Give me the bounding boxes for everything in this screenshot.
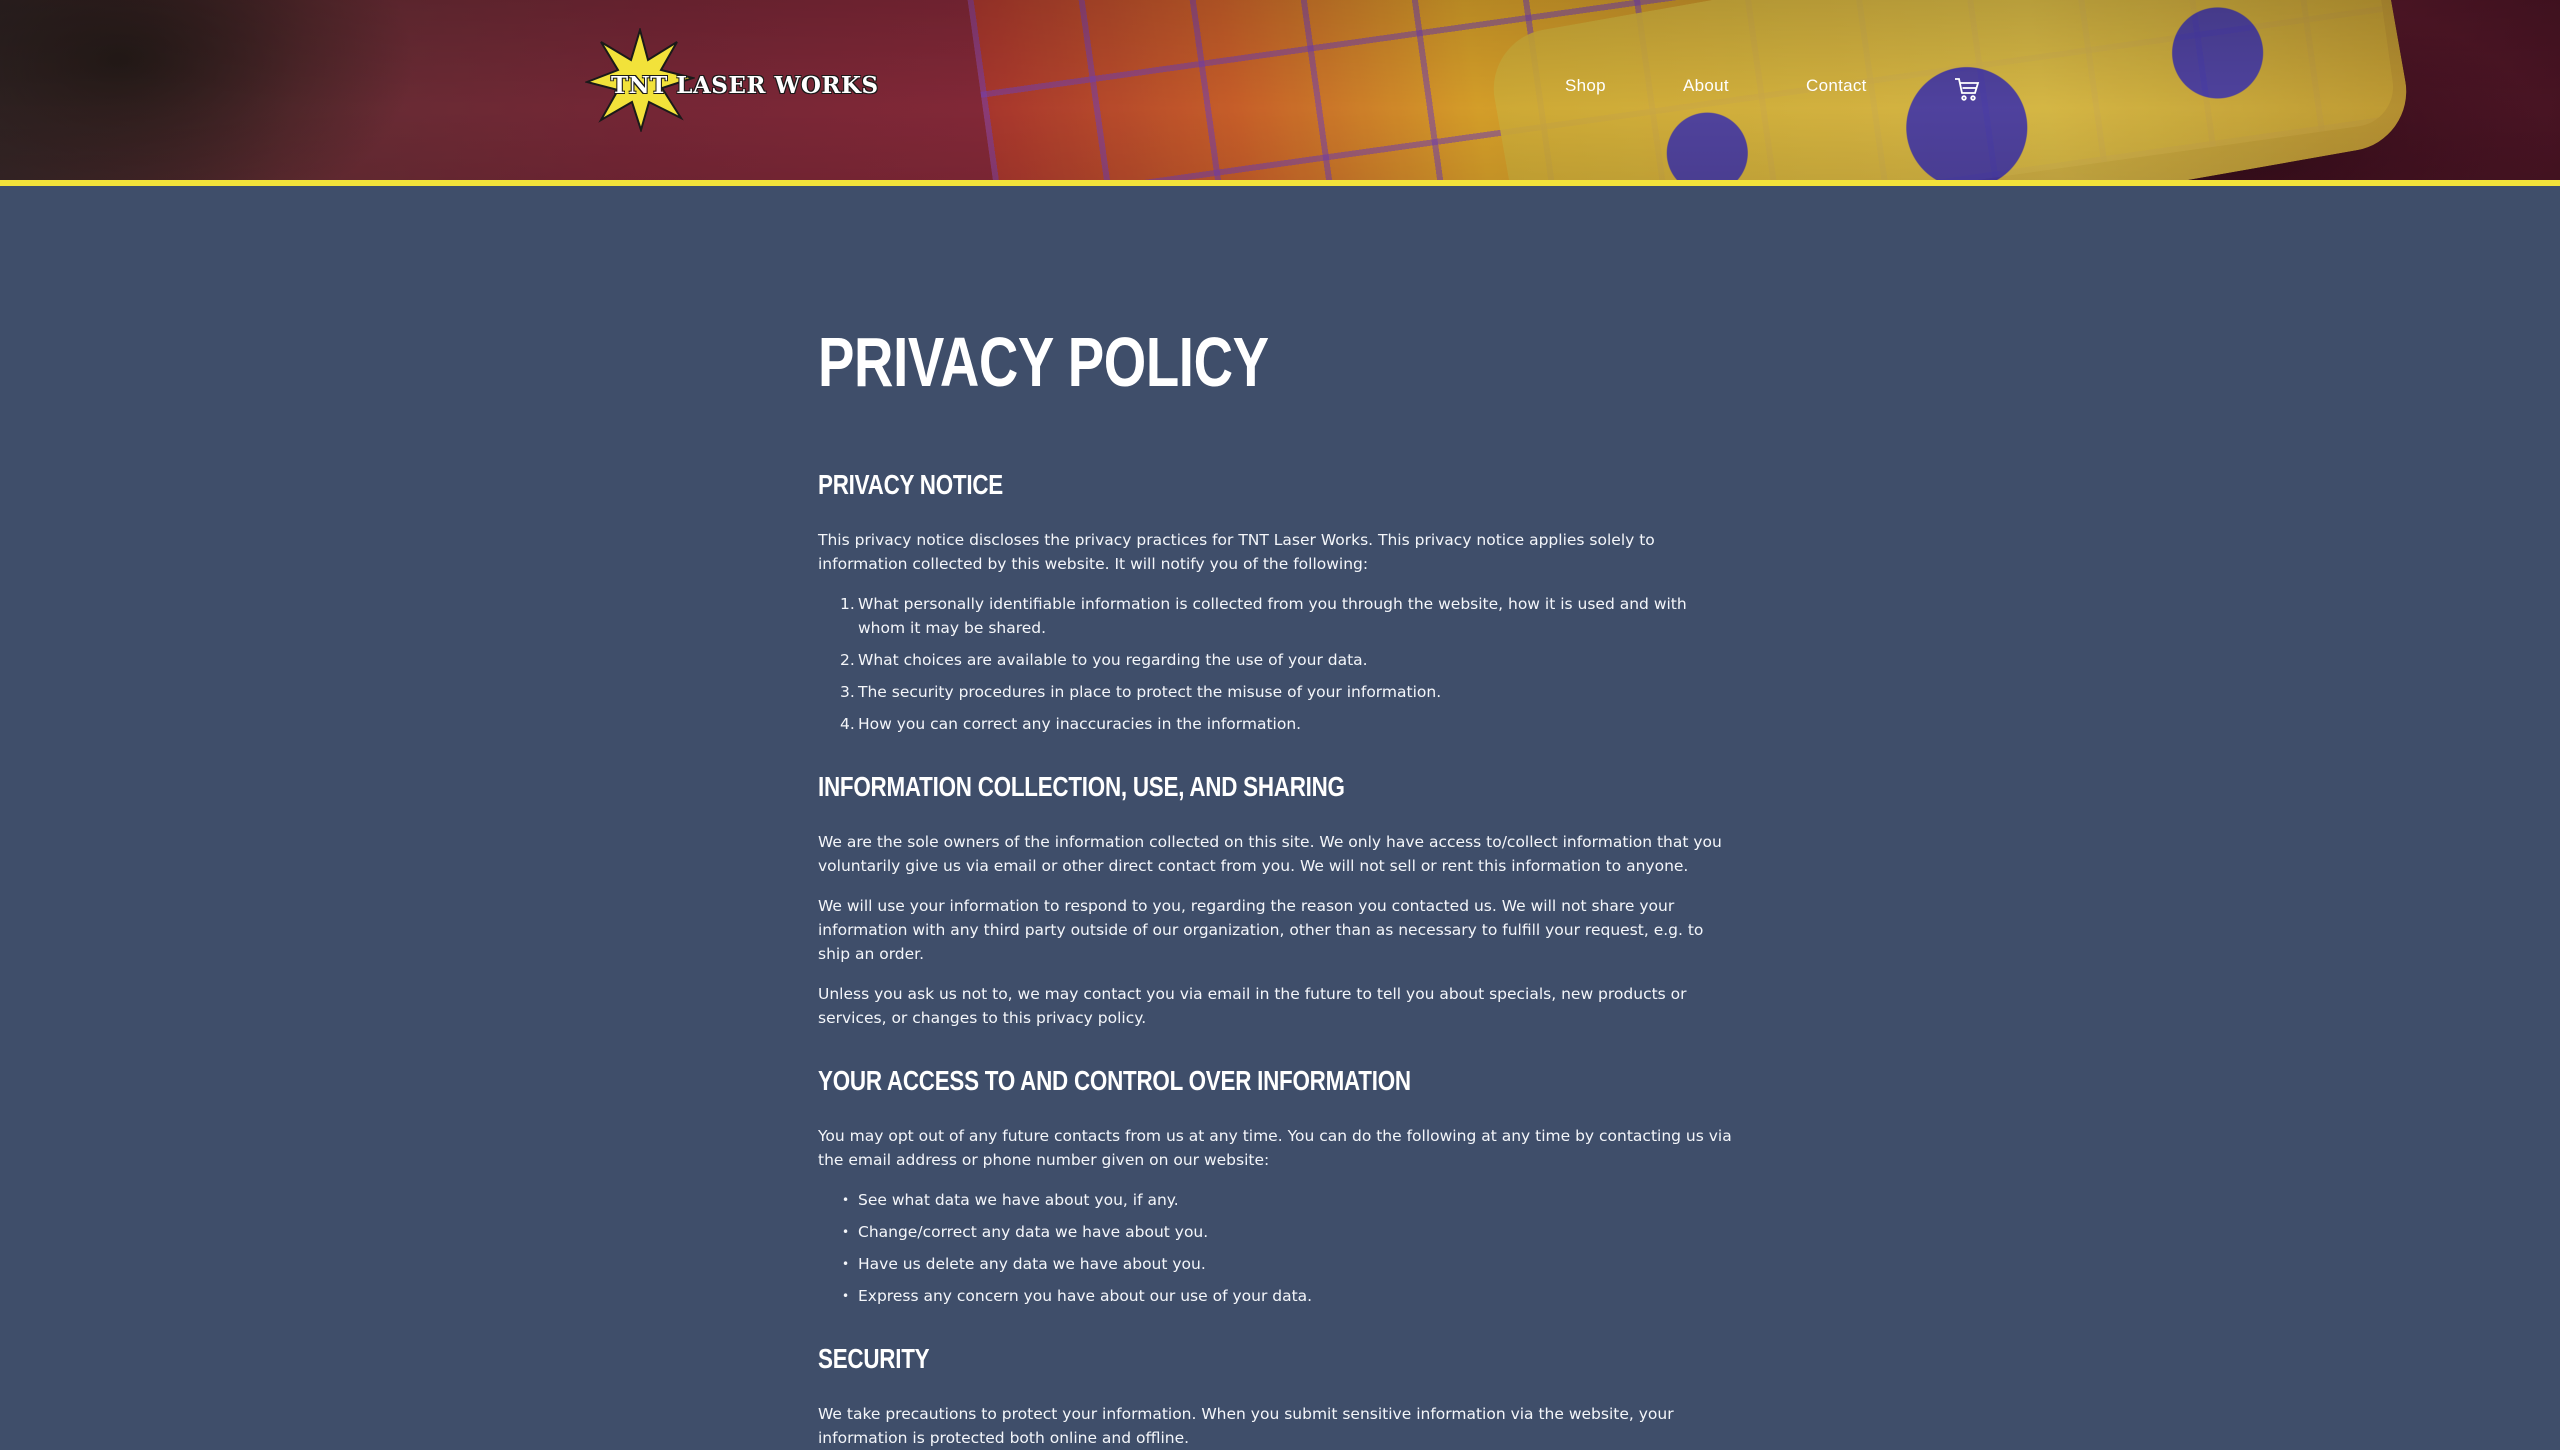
nav-shop[interactable]: Shop [1565, 76, 1606, 96]
list-item: • See what data we have about you, if any… [842, 1191, 1179, 1209]
list-item: • Express any concern you have about our … [842, 1287, 1313, 1305]
access-control-list: • See what data we have about you, if any… [818, 1188, 1738, 1308]
privacy-notice-intro: This privacy notice discloses the privac… [818, 531, 1655, 573]
access-control-intro: You may opt out of any future contacts f… [818, 1127, 1732, 1169]
paragraph: Unless you ask us not to, we may contact… [818, 985, 1687, 1027]
section-heading-access-control: YOUR ACCESS TO AND CONTROL OVER INFORMAT… [818, 1065, 1411, 1096]
page-title: PRIVACY POLICY [818, 323, 1269, 401]
list-item: 1. What personally identifiable informati… [840, 595, 1687, 637]
privacy-notice-list: 1. What personally identifiable informati… [818, 592, 1738, 736]
section-heading-security: SECURITY [818, 1343, 930, 1374]
list-item: 2. What choices are available to you rega… [840, 651, 1368, 669]
nav-contact[interactable]: Contact [1806, 76, 1867, 96]
section-heading-information-collection: INFORMATION COLLECTION, USE, AND SHARING [818, 771, 1345, 802]
security-intro: We take precautions to protect your info… [818, 1405, 1674, 1447]
section-heading-privacy-notice: PRIVACY NOTICE [818, 469, 1003, 500]
security-body: We take precautions to protect your info… [818, 1402, 1738, 1450]
access-control-body: You may opt out of any future contacts f… [818, 1124, 1738, 1316]
cart-icon[interactable] [1954, 76, 1980, 102]
privacy-notice-body: This privacy notice discloses the privac… [818, 528, 1738, 744]
paragraph: We are the sole owners of the informatio… [818, 833, 1722, 875]
list-item: • Change/correct any data we have about y… [842, 1223, 1209, 1241]
information-collection-body: We are the sole owners of the informatio… [818, 830, 1738, 1030]
list-item: 4. How you can correct any inaccuracies i… [840, 715, 1302, 733]
paragraph: We will use your information to respond … [818, 897, 1704, 963]
list-item: 3. The security procedures in place to pr… [840, 683, 1442, 701]
list-item: • Have us delete any data we have about y… [842, 1255, 1206, 1273]
main-nav: Shop About Contact [0, 76, 2560, 106]
nav-about[interactable]: About [1683, 76, 1729, 96]
header-accent-border [0, 180, 2560, 186]
